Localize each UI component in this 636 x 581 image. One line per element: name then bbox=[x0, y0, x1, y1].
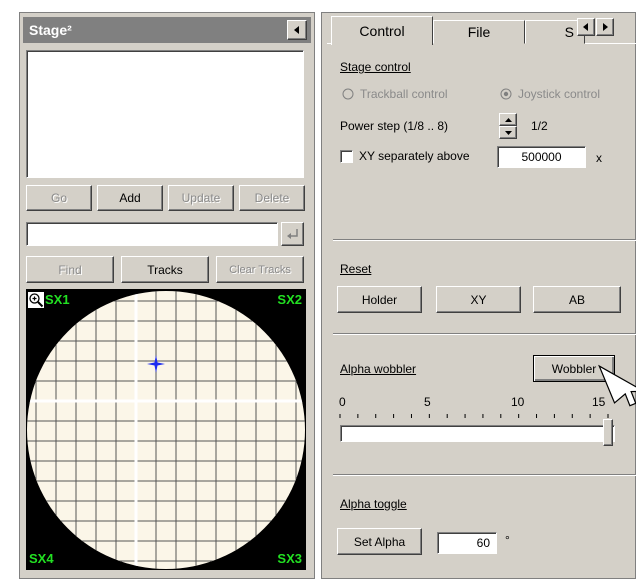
panel-title-bar: Stage² bbox=[23, 17, 311, 43]
tab-file-label: File bbox=[467, 24, 491, 40]
zoom-button[interactable] bbox=[28, 292, 44, 308]
set-alpha-button[interactable]: Set Alpha bbox=[337, 528, 422, 555]
map-label-sx1: SX1 bbox=[45, 292, 70, 307]
separator bbox=[333, 239, 636, 241]
trackball-radio[interactable]: Trackball control bbox=[342, 87, 448, 101]
power-step-spinner[interactable] bbox=[499, 113, 517, 139]
tab-control[interactable]: Control bbox=[331, 16, 433, 45]
alpha-slider-track[interactable] bbox=[340, 425, 615, 442]
stage-control-heading: Stage control bbox=[340, 60, 411, 74]
triangle-left-icon bbox=[583, 23, 588, 31]
tab-scroll-left-button[interactable] bbox=[577, 18, 595, 36]
arrow-up-icon bbox=[504, 117, 512, 122]
radio-selected-icon bbox=[500, 88, 512, 100]
reset-heading: Reset bbox=[340, 262, 372, 276]
power-step-value: 1/2 bbox=[531, 119, 548, 133]
triangle-right-icon bbox=[603, 23, 608, 31]
scale-label-5: 5 bbox=[424, 395, 431, 409]
triangle-left-icon bbox=[294, 26, 299, 34]
clear-tracks-button[interactable]: Clear Tracks bbox=[216, 256, 304, 283]
panel-title: Stage² bbox=[29, 22, 72, 38]
update-button[interactable]: Update bbox=[168, 185, 234, 211]
find-button[interactable]: Find bbox=[26, 256, 114, 283]
tab-control-label: Control bbox=[359, 23, 405, 39]
stage-grid bbox=[27, 291, 305, 569]
tab-scroll-right-button[interactable] bbox=[596, 18, 614, 36]
tab-file[interactable]: File bbox=[433, 20, 525, 44]
alpha-value-input[interactable]: 60 bbox=[437, 532, 497, 554]
power-step-label: Power step (1/8 .. 8) bbox=[340, 119, 449, 133]
arrow-down-icon bbox=[504, 130, 512, 135]
reset-xy-button[interactable]: XY bbox=[436, 286, 521, 313]
find-input[interactable] bbox=[26, 222, 278, 246]
add-button[interactable]: Add bbox=[97, 185, 163, 211]
map-label-sx2: SX2 bbox=[277, 292, 302, 307]
enter-arrow-icon bbox=[286, 229, 298, 239]
xy-separately-label: XY separately above bbox=[359, 149, 470, 163]
slider-ticks bbox=[339, 414, 609, 418]
alpha-wobbler-heading: Alpha wobbler bbox=[340, 362, 417, 376]
tab-s[interactable]: S bbox=[525, 20, 585, 44]
radio-icon bbox=[342, 88, 354, 100]
delete-button[interactable]: Delete bbox=[239, 185, 305, 211]
enter-button[interactable] bbox=[281, 222, 304, 246]
zoom-in-icon bbox=[29, 293, 44, 308]
spin-down-button[interactable] bbox=[499, 126, 517, 139]
separator bbox=[333, 474, 636, 476]
map-label-sx4: SX4 bbox=[29, 551, 54, 566]
joystick-radio[interactable]: Joystick control bbox=[500, 87, 600, 101]
xy-separately-unit: x bbox=[596, 151, 602, 165]
position-list[interactable] bbox=[26, 50, 304, 178]
scale-label-10: 10 bbox=[511, 395, 525, 409]
tracks-button[interactable]: Tracks bbox=[121, 256, 209, 283]
spin-up-button[interactable] bbox=[499, 113, 517, 126]
trackball-label: Trackball control bbox=[360, 87, 448, 101]
go-button[interactable]: Go bbox=[26, 185, 92, 211]
alpha-toggle-heading: Alpha toggle bbox=[340, 497, 407, 511]
scale-label-0: 0 bbox=[339, 395, 346, 409]
checkbox-box bbox=[340, 149, 353, 163]
collapse-button[interactable] bbox=[287, 20, 307, 40]
stage-position-cursor-icon bbox=[147, 355, 165, 373]
stage-map[interactable]: SX1 SX2 SX4 SX3 bbox=[26, 289, 306, 570]
reset-holder-button[interactable]: Holder bbox=[337, 286, 422, 313]
tab-s-label: S bbox=[564, 24, 574, 40]
xy-separately-checkbox[interactable]: XY separately above bbox=[340, 149, 470, 163]
alpha-slider-thumb[interactable] bbox=[603, 419, 613, 446]
mouse-pointer-icon bbox=[598, 364, 636, 407]
map-label-sx3: SX3 bbox=[277, 551, 302, 566]
separator bbox=[333, 333, 636, 335]
alpha-unit: ° bbox=[505, 533, 510, 547]
joystick-label: Joystick control bbox=[518, 87, 601, 101]
reset-ab-button[interactable]: AB bbox=[533, 286, 621, 313]
xy-separately-input[interactable]: 500000 bbox=[497, 146, 586, 168]
